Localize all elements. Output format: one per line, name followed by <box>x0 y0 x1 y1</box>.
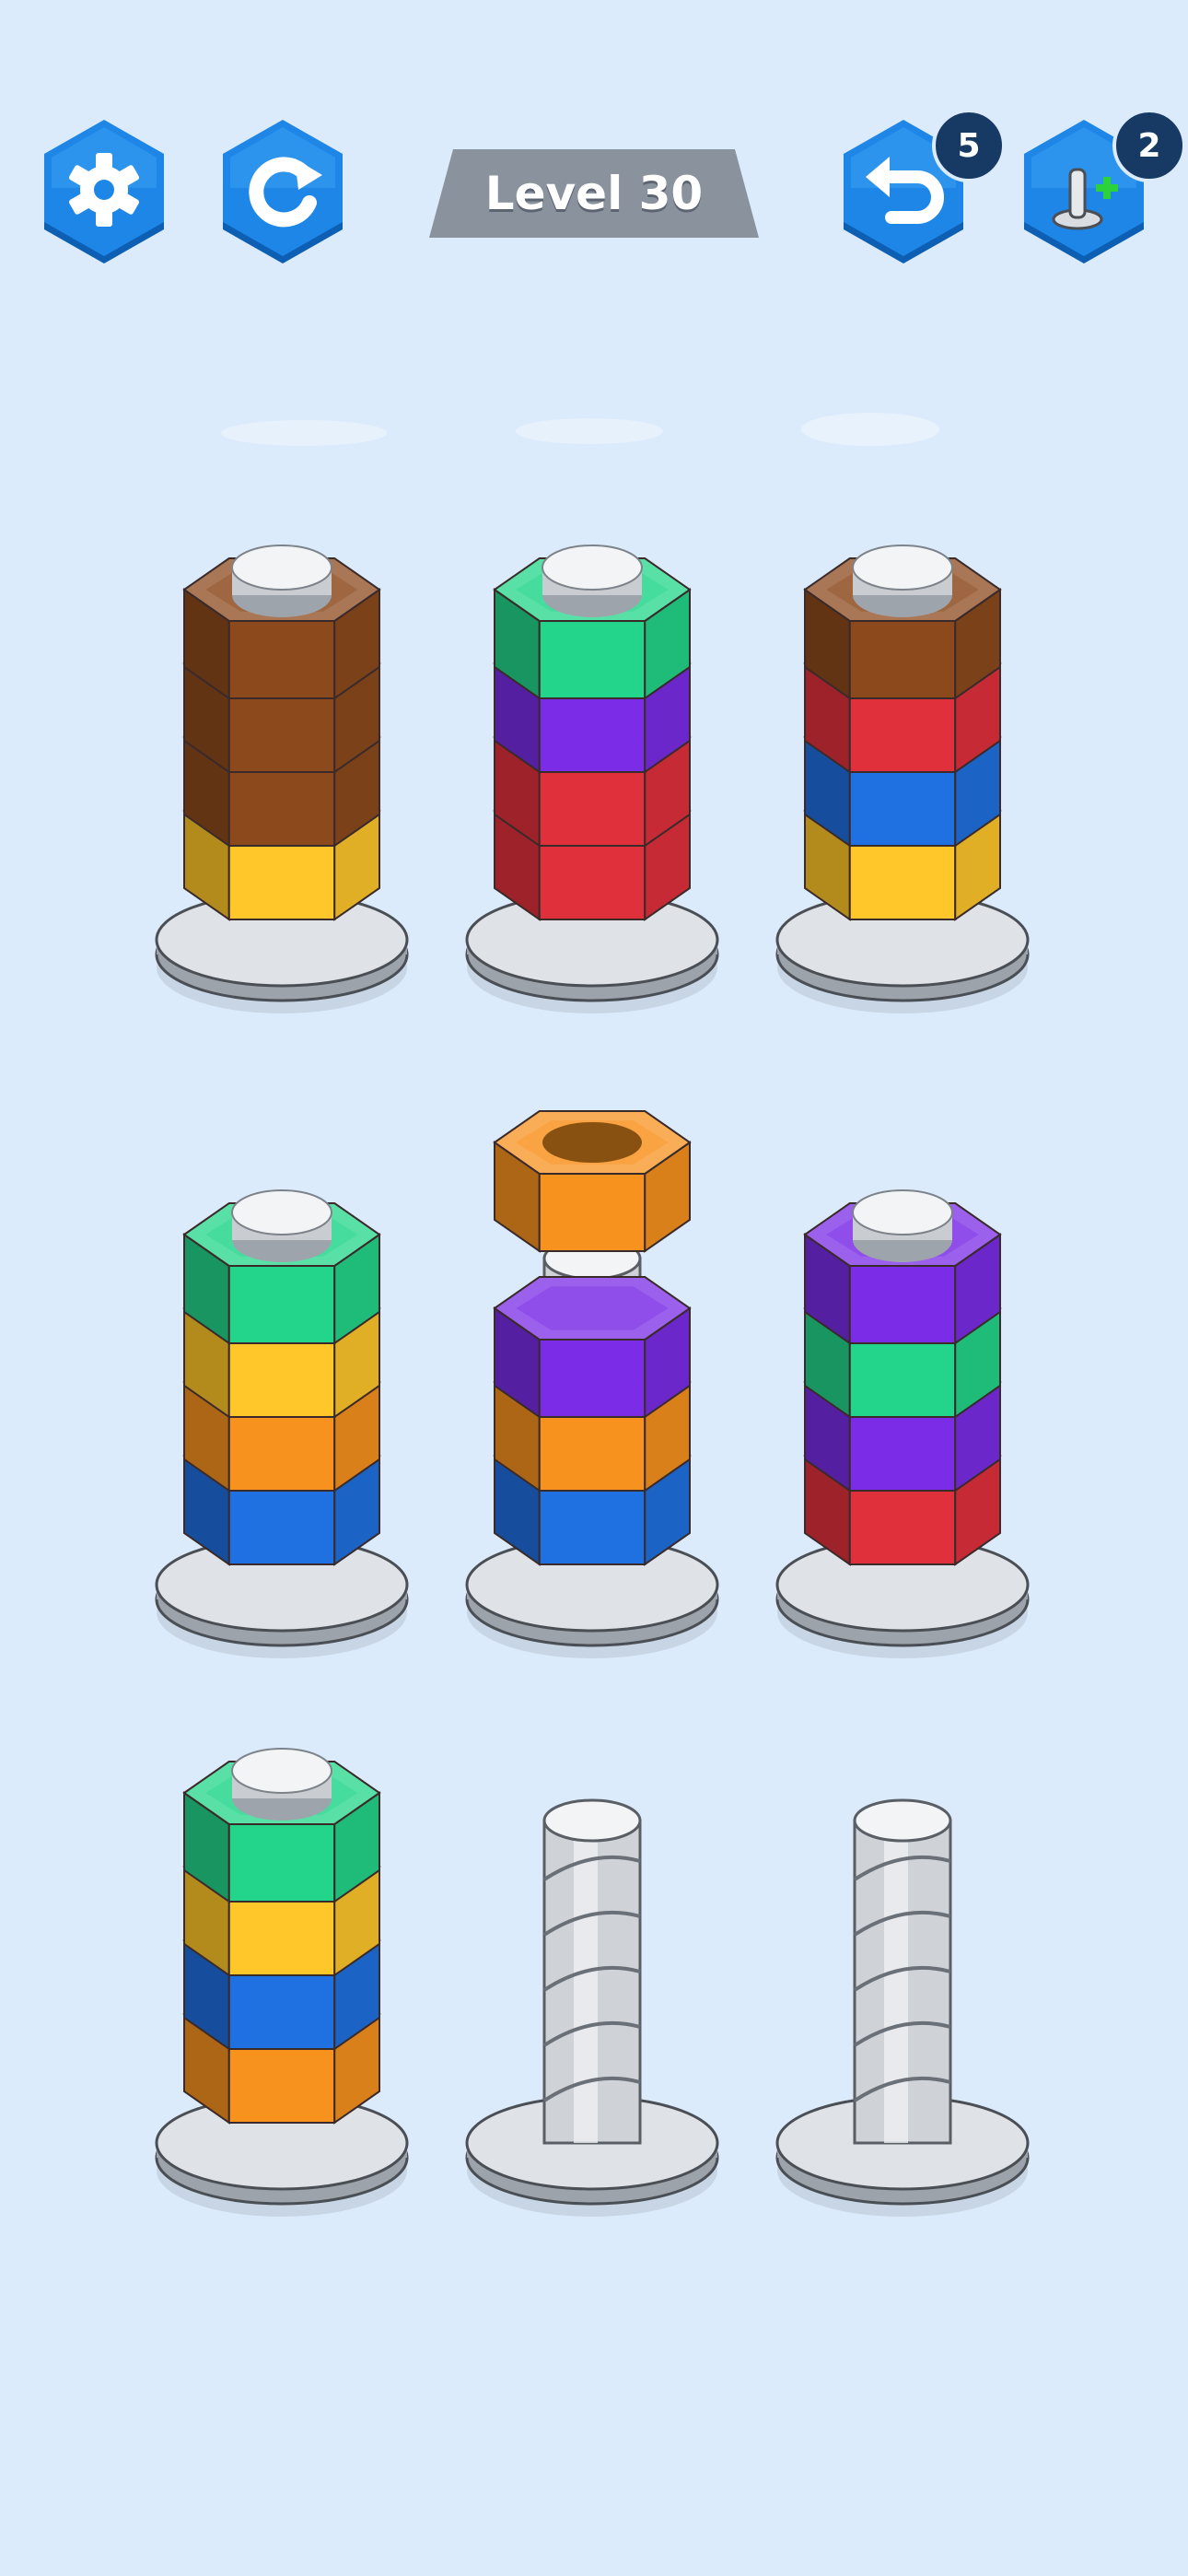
screw-3[interactable] <box>775 544 1030 1013</box>
nut-green <box>493 544 692 700</box>
nut-brown <box>803 544 1002 700</box>
gear-icon <box>68 153 140 227</box>
nut-green <box>182 1748 381 1903</box>
lifted-nut-orange <box>493 1110 692 1253</box>
screw-2[interactable] <box>465 544 719 1013</box>
settings-button[interactable] <box>35 118 173 267</box>
undo-count-badge: 5 <box>932 109 1006 182</box>
screw-4[interactable] <box>155 1189 409 1658</box>
restart-icon <box>249 157 322 228</box>
game-board <box>155 544 1030 2217</box>
level-label: Level 30 <box>484 167 704 220</box>
restart-button[interactable] <box>214 118 352 267</box>
screw-7[interactable] <box>155 1748 409 2217</box>
nut-purple <box>803 1189 1002 1345</box>
screw-6[interactable] <box>775 1189 1030 1658</box>
screw-1[interactable] <box>155 544 409 1013</box>
faint-decoration <box>221 413 939 446</box>
screw-5[interactable] <box>465 1110 719 1658</box>
screw-8[interactable] <box>465 1798 719 2217</box>
nut-brown <box>182 544 381 700</box>
level-banner: Level 30 <box>429 149 759 238</box>
nut-green <box>182 1189 381 1345</box>
add-screw-count-badge: 2 <box>1112 109 1186 182</box>
nut-purple <box>493 1276 692 1419</box>
screw-9[interactable] <box>775 1798 1030 2217</box>
